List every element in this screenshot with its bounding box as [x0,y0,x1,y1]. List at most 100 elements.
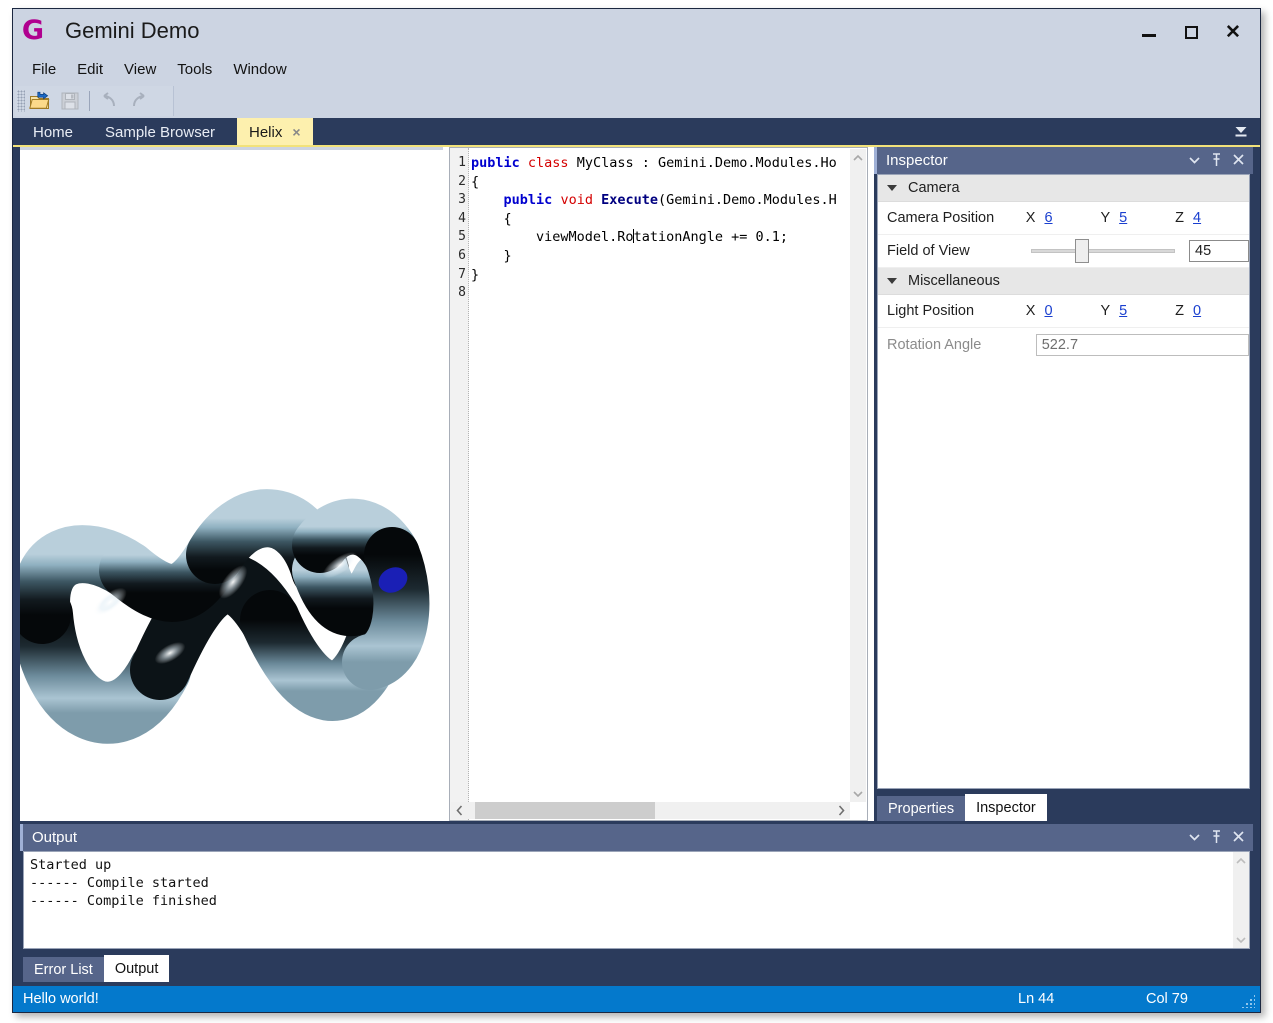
panel-title-label: Inspector [886,152,948,169]
editor-text-area[interactable]: public class MyClass : Gemini.Demo.Modul… [471,154,850,802]
code-token: (Gemini.Demo.Modules.H [658,192,837,209]
collapse-triangle-icon[interactable] [887,278,897,284]
toolbar-drag-grip[interactable] [17,90,25,112]
pin-icon[interactable] [1209,151,1224,168]
save-button[interactable] [55,87,85,115]
workspace: 1 2 3 4 5 6 7 8 public class MyClass : G… [20,147,1253,821]
resize-grip-icon[interactable] [1241,994,1255,1008]
scroll-up-icon[interactable] [1233,852,1249,868]
code-token: viewModel.Ro [471,229,634,246]
tab-output[interactable]: Output [103,955,170,982]
scroll-left-icon[interactable] [451,802,468,819]
camera-position-x-value[interactable]: 6 [1044,210,1100,226]
main-window: G Gemini Demo ✕ File Edit View Tools Win… [12,8,1261,1013]
close-button[interactable]: ✕ [1212,17,1254,47]
code-token: class [527,155,569,171]
property-label: Field of View [887,243,970,259]
tab-list-dropdown-icon[interactable] [1232,123,1250,141]
light-position-y-value[interactable]: 5 [1119,303,1175,319]
inspector-group-miscellaneous[interactable]: Miscellaneous [878,268,1249,295]
code-line: viewModel.RotationAngle += 0.1; [471,228,850,247]
scroll-down-icon[interactable] [850,786,866,802]
menu-item-window[interactable]: Window [223,58,296,81]
inspector-header-icons [1187,151,1246,168]
title-bar: G Gemini Demo ✕ [13,9,1260,54]
editor-line-number-gutter: 1 2 3 4 5 6 7 8 [450,148,469,820]
code-editor[interactable]: 1 2 3 4 5 6 7 8 public class MyClass : G… [449,147,868,821]
tab-close-icon[interactable]: × [292,124,300,140]
property-label: Camera Position [887,210,995,226]
undo-button[interactable] [94,87,124,115]
status-bar: Hello world! Ln 44 Col 79 [13,986,1260,1012]
panel-title-label: Output [32,829,78,846]
pin-icon[interactable] [1209,828,1224,845]
output-panel: Output Started up ------ Compile started… [20,824,1253,984]
light-position-z-value[interactable]: 0 [1193,303,1249,319]
tab-error-list[interactable]: Error List [23,957,104,982]
menu-item-file[interactable]: File [22,58,66,81]
menu-item-edit[interactable]: Edit [67,58,113,81]
output-content[interactable]: Started up ------ Compile started ------… [23,851,1250,949]
status-message: Hello world! [23,991,99,1007]
scroll-down-icon[interactable] [1233,932,1249,948]
inspector-group-camera[interactable]: Camera [878,175,1249,202]
helix-render [20,150,443,821]
light-position-x-value[interactable]: 0 [1044,303,1100,319]
camera-position-z-value[interactable]: 4 [1193,210,1249,226]
axis-label-y: Y [1100,210,1111,226]
close-icon[interactable] [1231,828,1246,845]
field-of-view-input[interactable]: 45 [1189,240,1249,262]
collapse-triangle-icon[interactable] [887,185,897,191]
code-line: { [471,210,850,229]
code-line: } [471,247,850,266]
inspector-tab-strip: Properties Inspector [877,793,1047,821]
status-column-indicator: Col 79 [1146,991,1188,1007]
redo-button[interactable] [124,87,154,115]
property-row-field-of-view: Field of View 45 [878,235,1249,268]
code-line: } [471,266,850,285]
axis-label-x: X [1025,303,1036,319]
property-label: Light Position [887,303,975,319]
menu-item-view[interactable]: View [114,58,166,81]
tab-sample-browser[interactable]: Sample Browser [93,118,227,146]
minimize-button[interactable] [1128,17,1170,47]
scroll-up-icon[interactable] [850,149,866,165]
code-token: { [471,210,512,227]
save-disk-icon [61,92,79,110]
editor-horizontal-scrollbar[interactable] [451,802,850,819]
axis-label-z: Z [1175,303,1184,319]
open-file-button[interactable] [25,87,55,115]
menu-bar: File Edit View Tools Window [13,54,1260,84]
panel-dropdown-icon[interactable] [1187,151,1202,168]
toolbar-separator [89,91,90,111]
tab-home[interactable]: Home [21,118,85,146]
line-number: 1 [458,155,466,170]
tab-properties[interactable]: Properties [877,796,966,821]
status-line-indicator: Ln 44 [1018,991,1055,1007]
panel-dropdown-icon[interactable] [1187,828,1202,845]
editor-vertical-scrollbar[interactable] [850,149,866,802]
camera-position-y-value[interactable]: 5 [1119,210,1175,226]
output-vertical-scrollbar[interactable] [1233,852,1249,948]
axis-label-y: Y [1100,303,1111,319]
rotation-angle-input[interactable]: 522.7 [1035,333,1249,356]
toolbar-strip [15,86,174,116]
maximize-button[interactable] [1170,17,1212,47]
code-line: public class MyClass : Gemini.Demo.Modul… [471,154,850,173]
scroll-right-icon[interactable] [833,802,850,819]
open-folder-icon [29,91,50,109]
property-row-light-position: Light Position X 0 Y 5 Z 0 [878,295,1249,328]
slider-thumb[interactable] [1074,239,1089,263]
horizontal-scroll-thumb[interactable] [475,802,655,819]
close-icon[interactable] [1231,151,1246,168]
close-icon: ✕ [1225,21,1241,43]
helix-3d-viewport[interactable] [20,147,443,821]
code-line: public void Execute(Gemini.Demo.Modules.… [471,191,850,210]
menu-item-tools[interactable]: Tools [167,58,222,81]
axis-label-x: X [1025,210,1036,226]
tab-inspector[interactable]: Inspector [965,794,1047,821]
field-of-view-slider[interactable] [1030,239,1176,263]
inspector-content: Camera Camera Position X 6 Y 5 Z 4 Field… [877,174,1250,789]
tab-helix[interactable]: Helix × [237,118,313,146]
